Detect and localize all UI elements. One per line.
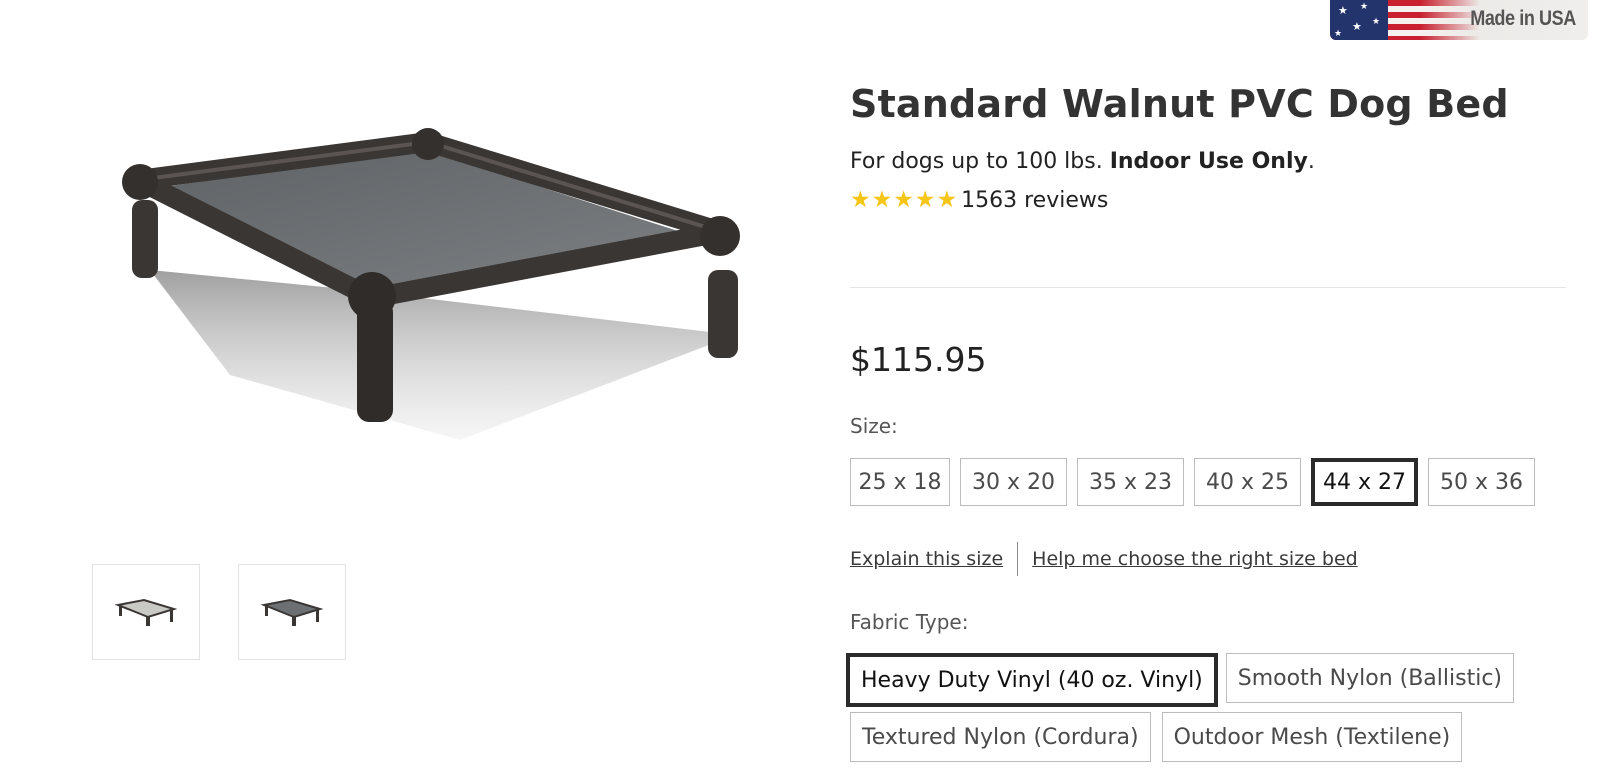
size-guide-link[interactable]: Help me choose the right size bed	[1032, 548, 1358, 570]
explain-size-link[interactable]: Explain this size	[850, 548, 1003, 570]
star-rating: ★ ★ ★ ★ ★	[850, 186, 957, 214]
fabric-option[interactable]: Outdoor Mesh (Textilene)	[1161, 712, 1463, 762]
subtitle-period: .	[1307, 149, 1315, 174]
product-subtitle: For dogs up to 100 lbs. Indoor Use Only.	[850, 149, 1315, 174]
size-option-selected[interactable]: 44 x 27	[1311, 458, 1418, 506]
product-image[interactable]	[110, 120, 780, 460]
fabric-options-row-1: Heavy Duty Vinyl (40 oz. Vinyl) Smooth N…	[846, 653, 1515, 707]
svg-text:★: ★	[1352, 20, 1362, 33]
size-help-links: Explain this size Help me choose the rig…	[850, 542, 1358, 576]
product-price: $115.95	[850, 340, 987, 379]
star-icon: ★	[871, 187, 893, 213]
size-option[interactable]: 40 x 25	[1194, 458, 1301, 506]
thumbnail-dark-bed[interactable]	[238, 564, 346, 660]
fabric-option[interactable]: Textured Nylon (Cordura)	[850, 712, 1151, 762]
svg-text:★: ★	[1372, 17, 1380, 27]
svg-text:★: ★	[1334, 29, 1342, 39]
size-options: 25 x 18 30 x 20 35 x 23 40 x 25 44 x 27 …	[850, 458, 1535, 506]
us-flag-icon: ★ ★ ★ ★ ★	[1330, 0, 1388, 40]
size-option[interactable]: 50 x 36	[1428, 458, 1535, 506]
made-in-usa-text: Made in USA	[1470, 7, 1576, 30]
svg-text:★: ★	[1360, 2, 1368, 12]
fabric-option-selected[interactable]: Heavy Duty Vinyl (40 oz. Vinyl)	[846, 653, 1218, 707]
product-rating[interactable]: ★ ★ ★ ★ ★ 1563 reviews	[850, 186, 1108, 214]
dark-bed-thumbnail	[260, 598, 324, 626]
size-option[interactable]: 30 x 20	[960, 458, 1067, 506]
size-option[interactable]: 25 x 18	[850, 458, 950, 506]
size-label: Size:	[850, 414, 898, 438]
link-divider	[1017, 542, 1019, 576]
section-divider	[850, 287, 1566, 288]
made-in-usa-badge: ★ ★ ★ ★ ★ Made in USA	[1330, 0, 1588, 40]
star-icon: ★	[914, 187, 936, 213]
indoor-use-note: Indoor Use Only	[1109, 149, 1308, 174]
product-title: Standard Walnut PVC Dog Bed	[850, 82, 1509, 126]
fabric-option[interactable]: Smooth Nylon (Ballistic)	[1225, 653, 1515, 703]
size-option[interactable]: 35 x 23	[1077, 458, 1184, 506]
thumbnail-light-bed[interactable]	[92, 564, 200, 660]
svg-text:★: ★	[1338, 4, 1348, 17]
fabric-options-row-2: Textured Nylon (Cordura) Outdoor Mesh (T…	[850, 712, 1463, 762]
fabric-label: Fabric Type:	[850, 610, 969, 634]
star-icon: ★	[936, 187, 958, 213]
subtitle-text: For dogs up to 100 lbs.	[850, 149, 1110, 174]
star-icon: ★	[850, 187, 871, 213]
light-bed-thumbnail	[114, 598, 178, 626]
star-icon: ★	[893, 187, 914, 213]
reviews-link[interactable]: 1563 reviews	[961, 188, 1108, 213]
